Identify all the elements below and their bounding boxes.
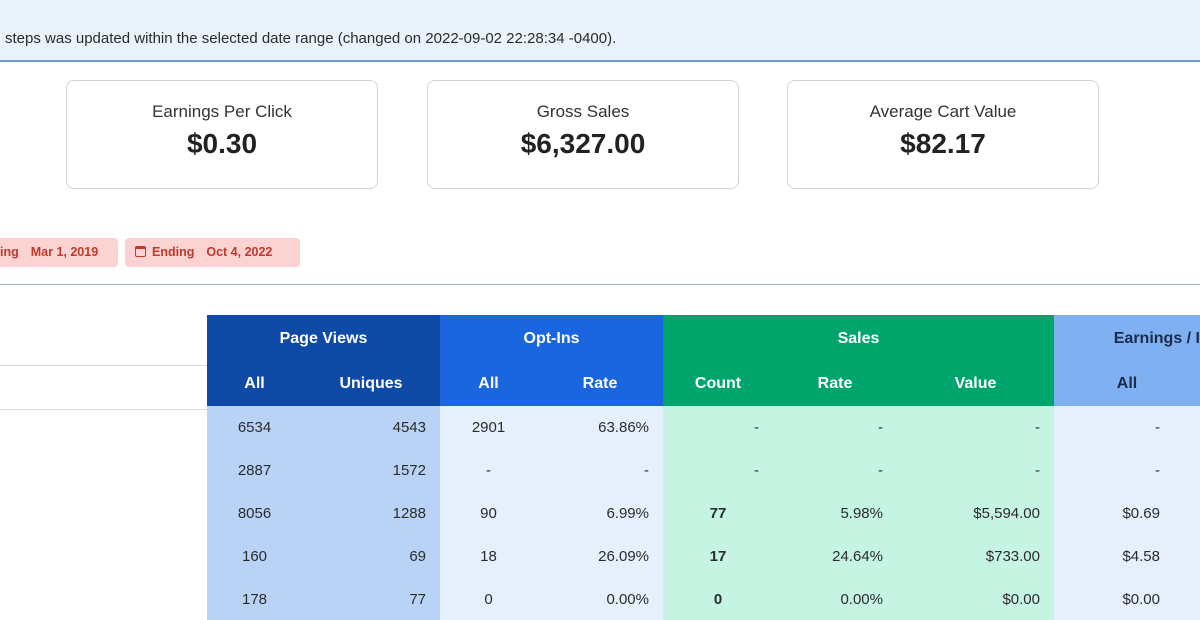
table-row: 160 69 18 26.09% 17 24.64% $733.00 $4.58 — [207, 535, 1200, 578]
end-date-label: Ending — [152, 245, 195, 259]
cell: - — [440, 449, 537, 492]
cell: 63.86% — [537, 406, 663, 449]
table-row: 2887 1572 - - - - - - — [207, 449, 1200, 492]
cell: 0.00% — [537, 578, 663, 620]
cell: 6.99% — [537, 492, 663, 535]
cell: $0.69 — [1054, 492, 1200, 535]
col-header[interactable]: All — [207, 362, 302, 406]
funnel-stats-table: Page Views Opt-Ins Sales Earnings / I Al… — [207, 315, 1200, 620]
col-header[interactable]: Rate — [773, 362, 897, 406]
cell: 2887 — [207, 449, 302, 492]
stat-card-gross-sales: Gross Sales $6,327.00 — [427, 80, 739, 189]
cell: 18 — [440, 535, 537, 578]
col-header[interactable]: Value — [897, 362, 1054, 406]
date-range-notice: steps was updated within the selected da… — [0, 0, 1200, 62]
calendar-icon — [135, 246, 146, 257]
cell: 77 — [302, 578, 440, 620]
row-divider — [0, 409, 207, 410]
section-divider — [0, 284, 1200, 285]
group-header-sales: Sales — [663, 315, 1054, 362]
cell: - — [897, 449, 1054, 492]
cell: 178 — [207, 578, 302, 620]
table-row: 6534 4543 2901 63.86% - - - - — [207, 406, 1200, 449]
cell: 24.64% — [773, 535, 897, 578]
stat-card-average-cart-value: Average Cart Value $82.17 — [787, 80, 1099, 189]
cell: $5,594.00 — [897, 492, 1054, 535]
end-date-value: Oct 4, 2022 — [206, 245, 273, 259]
col-header[interactable]: All — [440, 362, 537, 406]
cell: - — [663, 406, 773, 449]
cell: 1572 — [302, 449, 440, 492]
col-header[interactable]: Count — [663, 362, 773, 406]
group-header-earnings: Earnings / I — [1054, 315, 1200, 362]
stat-value: $6,327.00 — [520, 128, 646, 159]
stat-value: $0.30 — [186, 128, 258, 159]
row-divider — [0, 365, 207, 366]
cell: - — [537, 449, 663, 492]
sales-count-link[interactable]: 17 — [663, 535, 773, 578]
cell: - — [773, 406, 897, 449]
cell: 4543 — [302, 406, 440, 449]
cell: - — [773, 449, 897, 492]
cell: 6534 — [207, 406, 302, 449]
cell: 160 — [207, 535, 302, 578]
cell: $0.00 — [897, 578, 1054, 620]
stat-label: Gross Sales — [536, 102, 630, 121]
cell: 5.98% — [773, 492, 897, 535]
cell: 0 — [440, 578, 537, 620]
cell: $4.58 — [1054, 535, 1200, 578]
start-date-filter[interactable]: ing Mar 1, 2019 — [0, 238, 118, 267]
table-row: 178 77 0 0.00% 0 0.00% $0.00 $0.00 — [207, 578, 1200, 620]
cell: 8056 — [207, 492, 302, 535]
cell: - — [897, 406, 1054, 449]
start-date-value: Mar 1, 2019 — [30, 245, 99, 259]
group-header-opt-ins: Opt-Ins — [440, 315, 663, 362]
stat-value: $82.17 — [900, 128, 986, 159]
col-header[interactable]: Uniques — [302, 362, 440, 406]
cell: - — [1054, 449, 1200, 492]
sales-count-link[interactable]: 0 — [663, 578, 773, 620]
stat-label: Average Cart Value — [869, 102, 1017, 121]
notice-text: steps was updated within the selected da… — [5, 30, 617, 47]
cell: $733.00 — [897, 535, 1054, 578]
stat-card-earnings-per-click: Earnings Per Click $0.30 — [66, 80, 378, 189]
stat-label: Earnings Per Click — [152, 102, 292, 121]
cell: 0.00% — [773, 578, 897, 620]
col-header[interactable]: All — [1054, 362, 1200, 406]
cell: - — [1054, 406, 1200, 449]
cell: 26.09% — [537, 535, 663, 578]
group-header-page-views: Page Views — [207, 315, 440, 362]
cell: 69 — [302, 535, 440, 578]
sales-count-link[interactable]: 77 — [663, 492, 773, 535]
cell: 90 — [440, 492, 537, 535]
cell: 1288 — [302, 492, 440, 535]
cell: 2901 — [440, 406, 537, 449]
start-date-label: ing — [0, 245, 19, 259]
cell: - — [663, 449, 773, 492]
col-header[interactable]: Rate — [537, 362, 663, 406]
cell: $0.00 — [1054, 578, 1200, 620]
end-date-filter[interactable]: Ending Oct 4, 2022 — [125, 238, 300, 267]
table-row: 8056 1288 90 6.99% 77 5.98% $5,594.00 $0… — [207, 492, 1200, 535]
